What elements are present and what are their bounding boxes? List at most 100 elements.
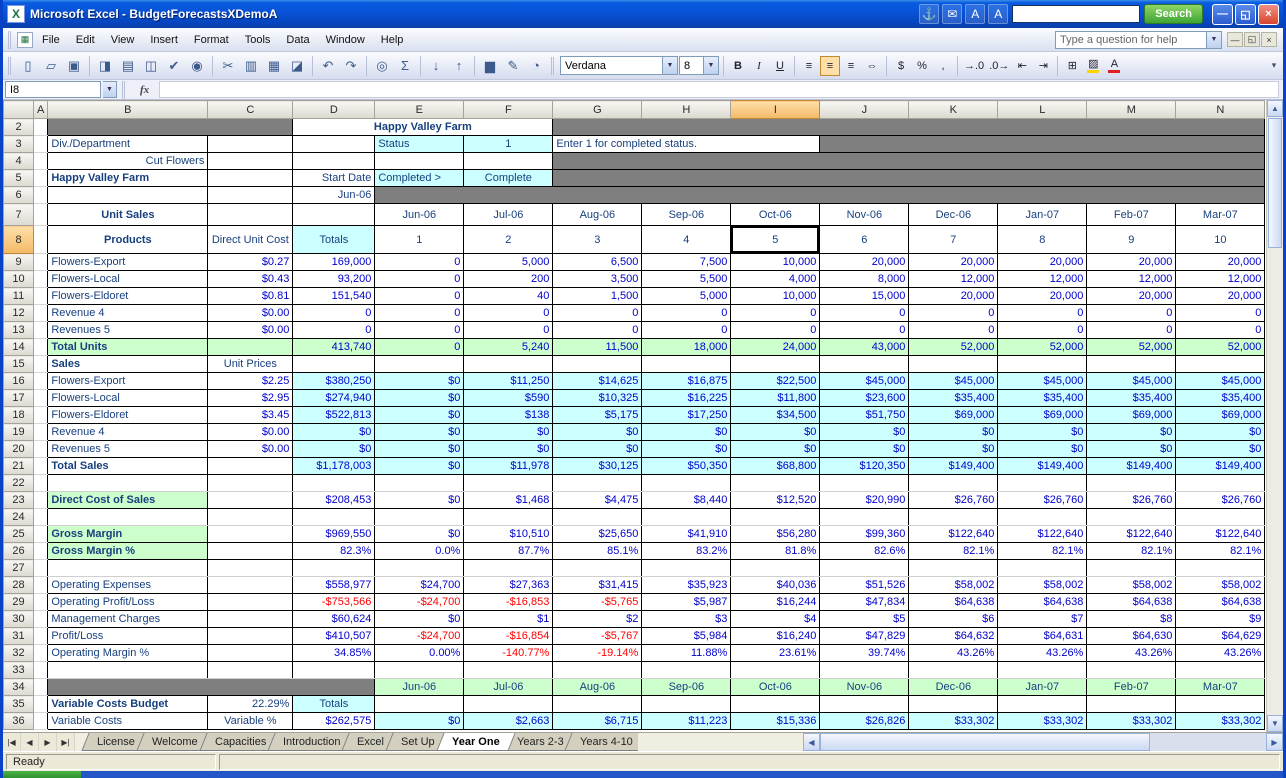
cell-N12[interactable]: 0 — [1175, 304, 1266, 322]
cell-C27[interactable] — [207, 559, 294, 577]
cell-D36[interactable]: $262,575 — [292, 712, 376, 730]
italic-button[interactable]: I — [749, 56, 769, 76]
cell-C16[interactable]: $2.25 — [207, 372, 294, 390]
cell-B17[interactable]: Flowers-Local — [47, 389, 209, 407]
cell-N31[interactable]: $64,629 — [1175, 627, 1266, 645]
align-left-button[interactable]: ≡ — [799, 56, 819, 76]
cell-G27[interactable] — [552, 559, 643, 577]
cell-G15[interactable] — [552, 355, 643, 373]
cell-D10[interactable]: 93,200 — [292, 270, 376, 288]
cell-F18[interactable]: $138 — [463, 406, 554, 424]
column-header-A[interactable]: A — [32, 100, 49, 119]
sort-descending-icon[interactable]: ↑ — [448, 55, 470, 77]
cell-J25[interactable]: $99,360 — [819, 525, 910, 543]
cell-M33[interactable] — [1086, 661, 1177, 679]
formatting-toolbar-grip[interactable] — [551, 56, 556, 75]
cell-J22[interactable] — [819, 474, 910, 492]
column-header-K[interactable]: K — [908, 100, 999, 119]
cell-G29[interactable]: -$5,765 — [552, 593, 643, 611]
cell-D23[interactable]: $208,453 — [292, 491, 376, 509]
cell-D5[interactable]: Start Date — [292, 169, 376, 187]
cell-E10[interactable]: 0 — [374, 270, 465, 288]
column-header-C[interactable]: C — [207, 100, 294, 119]
cell-L29[interactable]: $64,638 — [997, 593, 1088, 611]
cell-N9[interactable]: 20,000 — [1175, 253, 1266, 271]
cell-F14[interactable]: 5,240 — [463, 338, 554, 356]
cell-J27[interactable] — [819, 559, 910, 577]
cell-M21[interactable]: $149,400 — [1086, 457, 1177, 475]
cell-L33[interactable] — [997, 661, 1088, 679]
cell-K15[interactable] — [908, 355, 999, 373]
cell-F25[interactable]: $10,510 — [463, 525, 554, 543]
cell-F7[interactable]: Jul-06 — [463, 203, 554, 226]
decrease-indent-button[interactable]: ⇤ — [1012, 56, 1032, 76]
cell-I13[interactable]: 0 — [730, 321, 821, 339]
cell-F16[interactable]: $11,250 — [463, 372, 554, 390]
cell-M31[interactable]: $64,630 — [1086, 627, 1177, 645]
cell-E6[interactable] — [374, 186, 1266, 204]
cell-H24[interactable] — [641, 508, 732, 526]
cell-I25[interactable]: $56,280 — [730, 525, 821, 543]
cell-D25[interactable]: $969,550 — [292, 525, 376, 543]
cell-B25[interactable]: Gross Margin — [47, 525, 209, 543]
cell-K8[interactable]: 7 — [908, 225, 999, 254]
name-box[interactable]: I8 — [5, 81, 101, 98]
cell-F20[interactable]: $0 — [463, 440, 554, 458]
currency-style-button[interactable]: $ — [891, 56, 911, 76]
row-header-30[interactable]: 30 — [3, 610, 34, 628]
cell-L8[interactable]: 8 — [997, 225, 1088, 254]
cell-J9[interactable]: 20,000 — [819, 253, 910, 271]
cell-M15[interactable] — [1086, 355, 1177, 373]
cell-L31[interactable]: $64,631 — [997, 627, 1088, 645]
cell-I14[interactable]: 24,000 — [730, 338, 821, 356]
cell-H16[interactable]: $16,875 — [641, 372, 732, 390]
restore-workbook-button[interactable]: ◱ — [1244, 32, 1260, 47]
cell-C24[interactable] — [207, 508, 294, 526]
scroll-up-icon[interactable]: ▲ — [1267, 100, 1283, 117]
cell-E12[interactable]: 0 — [374, 304, 465, 322]
cell-M35[interactable] — [1086, 695, 1177, 713]
cell-M11[interactable]: 20,000 — [1086, 287, 1177, 305]
help-input[interactable]: Type a question for help — [1055, 30, 1207, 49]
cell-A2[interactable] — [32, 118, 49, 136]
cell-I36[interactable]: $15,336 — [730, 712, 821, 730]
column-header-L[interactable]: L — [997, 100, 1088, 119]
row-header-33[interactable]: 33 — [3, 661, 34, 679]
cell-K18[interactable]: $69,000 — [908, 406, 999, 424]
cell-I32[interactable]: 23.61% — [730, 644, 821, 662]
cell-C22[interactable] — [207, 474, 294, 492]
cell-K14[interactable]: 52,000 — [908, 338, 999, 356]
cell-K24[interactable] — [908, 508, 999, 526]
cell-N14[interactable]: 52,000 — [1175, 338, 1266, 356]
cell-F22[interactable] — [463, 474, 554, 492]
cell-M12[interactable]: 0 — [1086, 304, 1177, 322]
cell-E28[interactable]: $24,700 — [374, 576, 465, 594]
cell-J30[interactable]: $5 — [819, 610, 910, 628]
close-button[interactable]: × — [1258, 3, 1279, 25]
previous-sheet-button[interactable]: ◀ — [21, 733, 39, 751]
menu-format[interactable]: Format — [186, 31, 237, 49]
cell-E15[interactable] — [374, 355, 465, 373]
cell-M27[interactable] — [1086, 559, 1177, 577]
cell-E25[interactable]: $0 — [374, 525, 465, 543]
row-header-35[interactable]: 35 — [3, 695, 34, 713]
cell-L30[interactable]: $7 — [997, 610, 1088, 628]
row-header-25[interactable]: 25 — [3, 525, 34, 543]
cell-G20[interactable]: $0 — [552, 440, 643, 458]
row-header-27[interactable]: 27 — [3, 559, 34, 577]
cell-A22[interactable] — [32, 474, 49, 492]
cell-L34[interactable]: Jan-07 — [997, 678, 1088, 696]
cell-C8[interactable]: Direct Unit Cost — [207, 225, 294, 254]
cell-K21[interactable]: $149,400 — [908, 457, 999, 475]
underline-button[interactable]: U — [770, 56, 790, 76]
cell-G24[interactable] — [552, 508, 643, 526]
cell-A28[interactable] — [32, 576, 49, 594]
cell-B35[interactable]: Variable Costs Budget — [47, 695, 209, 713]
cell-H20[interactable]: $0 — [641, 440, 732, 458]
cell-G35[interactable] — [552, 695, 643, 713]
font-size-combo[interactable]: 8 ▼ — [679, 56, 719, 75]
cell-G18[interactable]: $5,175 — [552, 406, 643, 424]
cell-D17[interactable]: $274,940 — [292, 389, 376, 407]
cell-G11[interactable]: 1,500 — [552, 287, 643, 305]
cell-B22[interactable] — [47, 474, 209, 492]
